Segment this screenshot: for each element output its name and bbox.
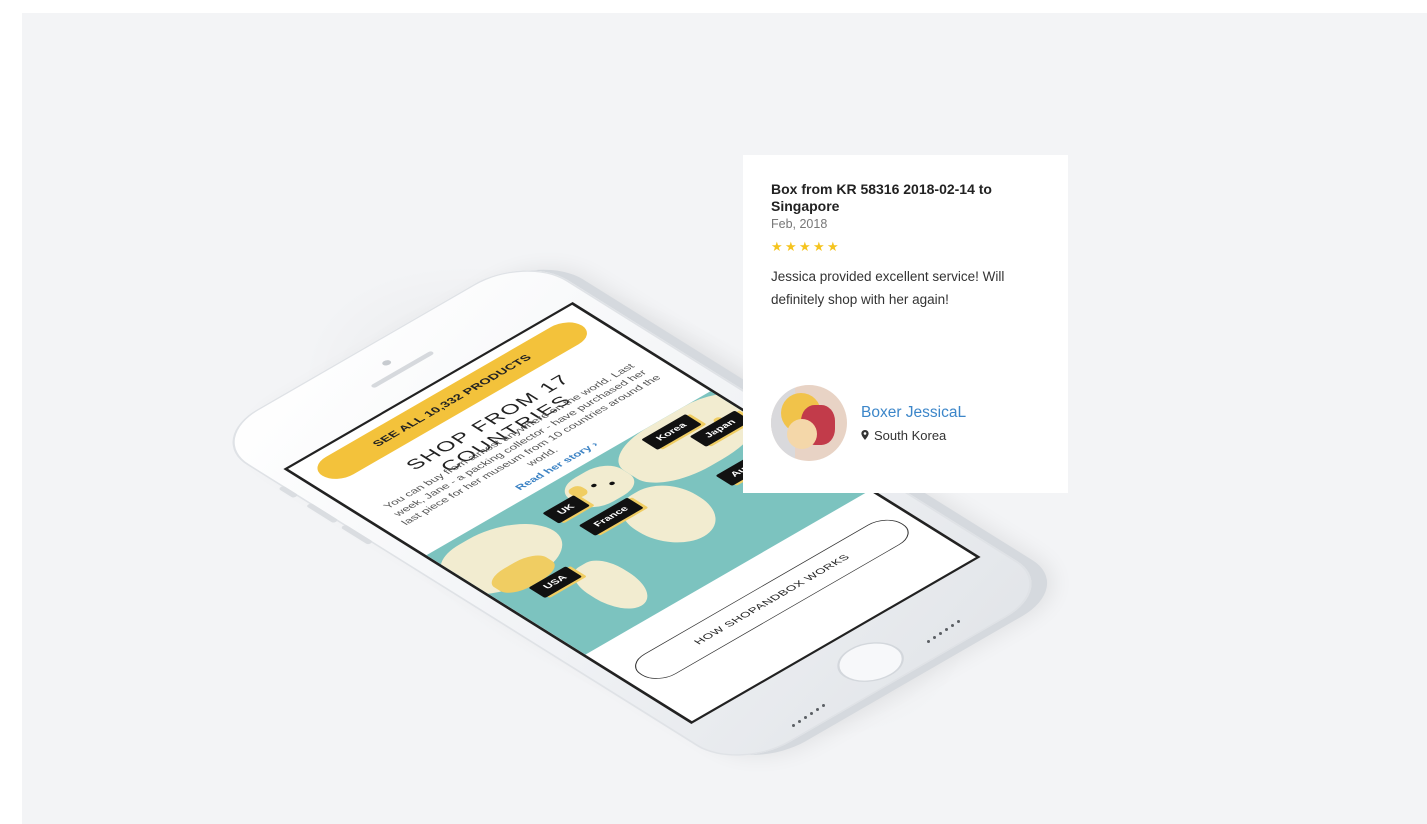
- star-rating: ★ ★ ★ ★ ★: [771, 239, 1040, 254]
- speaker-grille-dot: [798, 720, 801, 723]
- star-icon: ★: [799, 239, 811, 254]
- review-date: Feb, 2018: [771, 217, 828, 231]
- page-background: SEE ALL 10,332 PRODUCTS SHOP FROM 17 COU…: [22, 13, 1427, 824]
- review-text: Jessica provided excellent service! Will…: [771, 269, 1005, 307]
- reviewer-name-link[interactable]: Boxer JessicaL: [861, 404, 966, 422]
- speaker-grille-dot: [951, 624, 954, 627]
- speaker-grille-dot: [804, 716, 807, 719]
- speaker-grille-dot: [927, 640, 930, 643]
- speaker-grille-dot: [816, 708, 819, 711]
- reviewer-info: Boxer JessicaL South Korea: [861, 404, 966, 443]
- speaker-grille-dot: [792, 724, 795, 727]
- reviewer: Boxer JessicaL South Korea: [771, 385, 966, 461]
- star-icon: ★: [813, 239, 825, 254]
- map-marker-icon: [861, 430, 869, 440]
- reviewer-location-text: South Korea: [874, 427, 947, 443]
- mute-switch: [278, 485, 299, 499]
- speaker-grille-dot: [945, 628, 948, 631]
- review-title: Box from KR 58316 2018-02-14 to Singapor…: [771, 181, 992, 214]
- star-icon: ★: [785, 239, 797, 254]
- map-south-america: [561, 554, 663, 616]
- front-camera-icon: [380, 359, 393, 367]
- speaker-grille-dot: [933, 636, 936, 639]
- reviewer-location: South Korea: [861, 428, 966, 443]
- earpiece-speaker: [370, 350, 435, 389]
- review-card: Box from KR 58316 2018-02-14 to Singapor…: [743, 155, 1068, 493]
- star-icon: ★: [827, 239, 839, 254]
- speaker-grille-dot: [822, 704, 825, 707]
- speaker-grille-dot: [957, 620, 960, 623]
- avatar[interactable]: [771, 385, 847, 461]
- speaker-grille-dot: [810, 712, 813, 715]
- speaker-grille-dot: [939, 632, 942, 635]
- star-icon: ★: [771, 239, 783, 254]
